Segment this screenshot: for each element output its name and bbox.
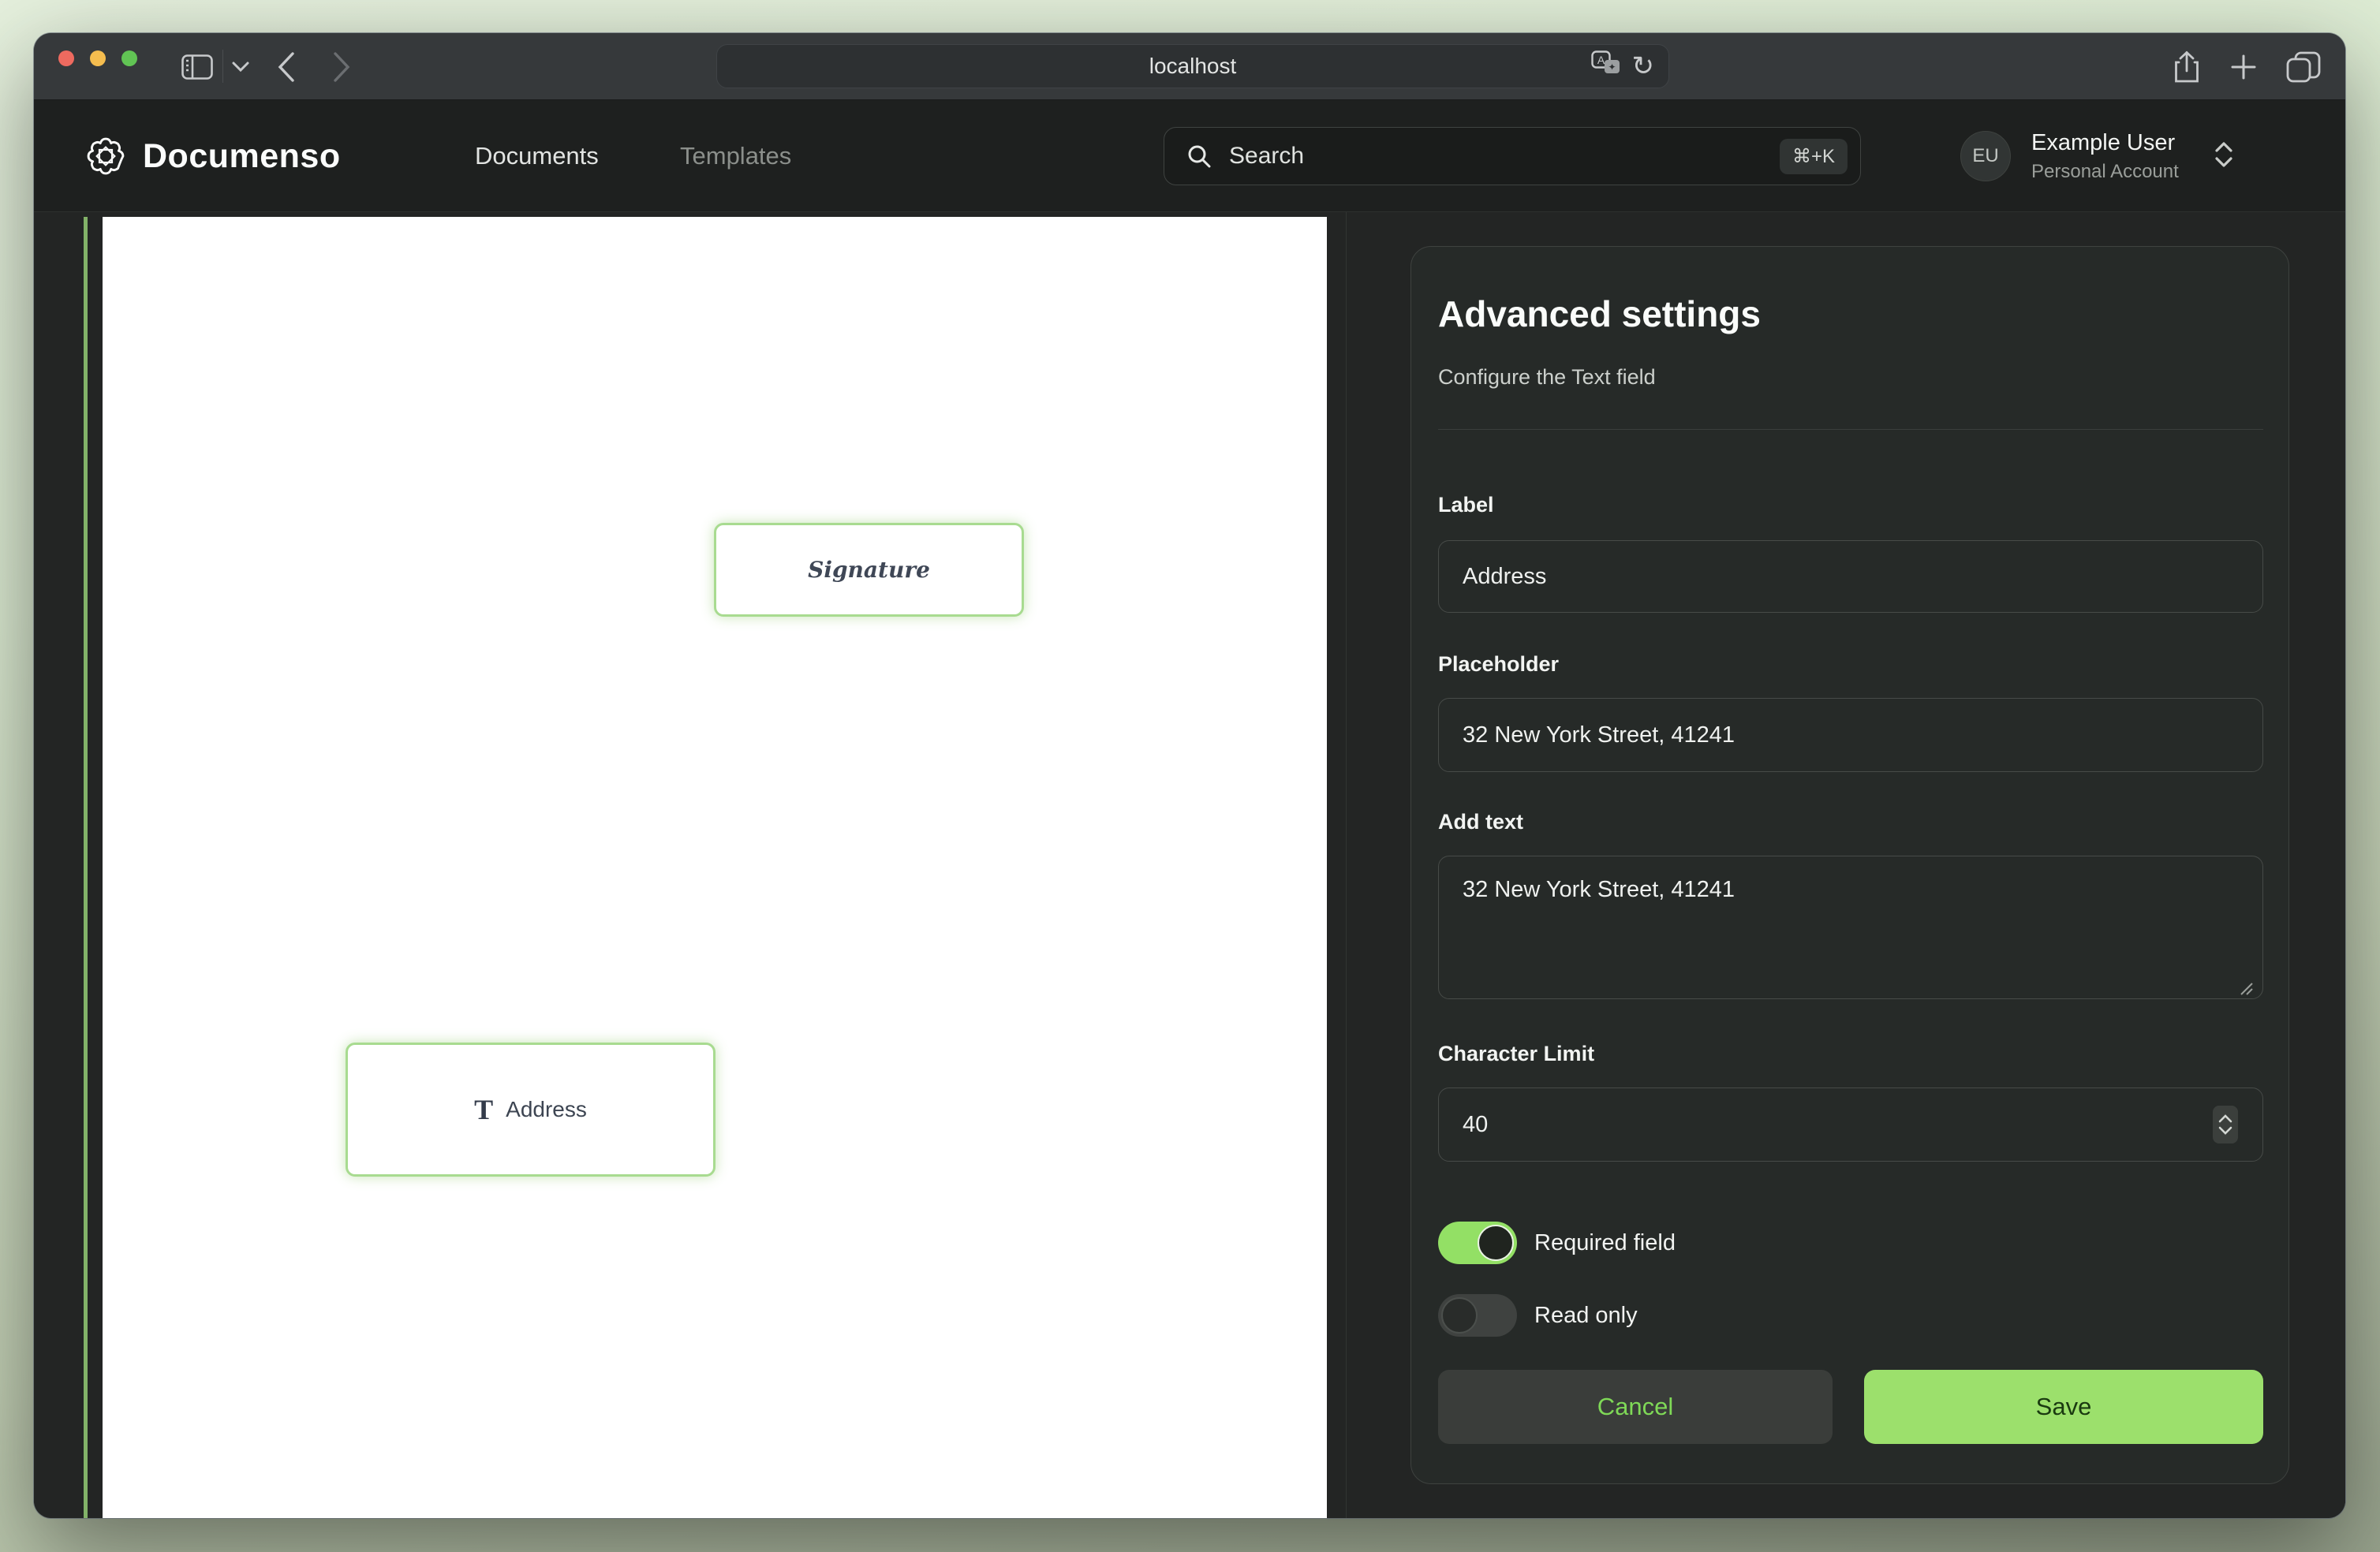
user-name: Example User <box>2031 130 2179 156</box>
number-stepper[interactable] <box>2213 1106 2238 1143</box>
toggle-knob <box>1441 1297 1478 1334</box>
toggle-knob <box>1478 1225 1514 1261</box>
avatar-initials: EU <box>1972 145 1998 167</box>
chevron-down-icon[interactable] <box>226 33 255 100</box>
text-field-label: Address <box>506 1097 587 1122</box>
search-box[interactable]: ⌘+K <box>1164 127 1861 185</box>
address-bar[interactable]: localhost A ✦ ↻ <box>716 44 1669 88</box>
search-input[interactable] <box>1229 143 1780 170</box>
read-only-toggle-row: Read only <box>1438 1294 1638 1337</box>
chevron-up-down-icon <box>2214 141 2234 172</box>
app-header: Documenso Documents Templates ⌘+K EU Exa… <box>34 100 2345 212</box>
placeholder-field-label: Placeholder <box>1438 652 1559 677</box>
search-icon <box>1186 144 1212 169</box>
documenso-logo-icon[interactable] <box>84 135 127 177</box>
sidebar-toggle-icon[interactable] <box>177 33 217 100</box>
required-field-label: Required field <box>1534 1230 1676 1256</box>
label-field-label: Label <box>1438 493 1494 517</box>
recipient-color-strip <box>84 217 88 1518</box>
nav-item-templates[interactable]: Templates <box>680 100 791 212</box>
required-field-toggle[interactable] <box>1438 1222 1517 1264</box>
browser-toolbar: localhost A ✦ ↻ <box>34 33 2345 100</box>
signature-field-label: Signature <box>808 557 930 583</box>
document-page <box>103 217 1327 1518</box>
label-input[interactable] <box>1438 540 2263 613</box>
svg-text:A: A <box>1597 54 1605 66</box>
new-tab-icon[interactable] <box>2221 33 2266 100</box>
browser-window: localhost A ✦ ↻ <box>34 33 2345 1518</box>
search-shortcut-badge: ⌘+K <box>1780 139 1848 174</box>
translate-icon[interactable]: A ✦ <box>1591 50 1621 83</box>
tab-overview-icon[interactable] <box>2278 33 2329 100</box>
signature-field[interactable]: Signature <box>714 523 1024 617</box>
character-limit-input[interactable] <box>1438 1088 2263 1162</box>
save-button[interactable]: Save <box>1864 1370 2263 1444</box>
user-menu[interactable]: EU Example User Personal Account <box>1960 100 2234 212</box>
text-field-address[interactable]: T Address <box>346 1043 715 1177</box>
user-account-type: Personal Account <box>2031 161 2179 183</box>
text-type-icon: T <box>474 1093 493 1126</box>
forward-button[interactable] <box>322 33 361 100</box>
read-only-toggle[interactable] <box>1438 1294 1517 1337</box>
url-text: localhost <box>1149 54 1237 79</box>
zoom-window-button[interactable] <box>121 50 137 66</box>
advanced-settings-panel: Advanced settings Configure the Text fie… <box>1410 246 2289 1484</box>
avatar: EU <box>1960 131 2011 181</box>
required-field-toggle-row: Required field <box>1438 1222 1676 1264</box>
brand-name[interactable]: Documenso <box>143 100 341 212</box>
share-icon[interactable] <box>2164 33 2210 100</box>
back-button[interactable] <box>267 33 306 100</box>
resize-handle[interactable] <box>2236 979 2254 996</box>
add-text-field-label: Add text <box>1438 810 1523 834</box>
panel-subtitle: Configure the Text field <box>1438 365 1656 390</box>
toolbar-divider <box>222 50 223 83</box>
placeholder-input[interactable] <box>1438 698 2263 772</box>
read-only-label: Read only <box>1534 1303 1638 1329</box>
character-limit-field-label: Character Limit <box>1438 1042 1594 1066</box>
add-text-textarea[interactable]: 32 New York Street, 41241 <box>1438 856 2263 999</box>
svg-text:✦: ✦ <box>1608 62 1616 73</box>
close-window-button[interactable] <box>58 50 74 66</box>
content-divider <box>1346 212 1347 1518</box>
main-content: Signature T Address Advanced settings Co… <box>34 212 2345 1518</box>
minimize-window-button[interactable] <box>90 50 106 66</box>
cancel-button[interactable]: Cancel <box>1438 1370 1833 1444</box>
panel-title: Advanced settings <box>1438 293 1761 335</box>
nav-item-documents[interactable]: Documents <box>475 100 599 212</box>
reload-icon[interactable]: ↻ <box>1632 53 1655 80</box>
panel-divider <box>1438 429 2263 430</box>
